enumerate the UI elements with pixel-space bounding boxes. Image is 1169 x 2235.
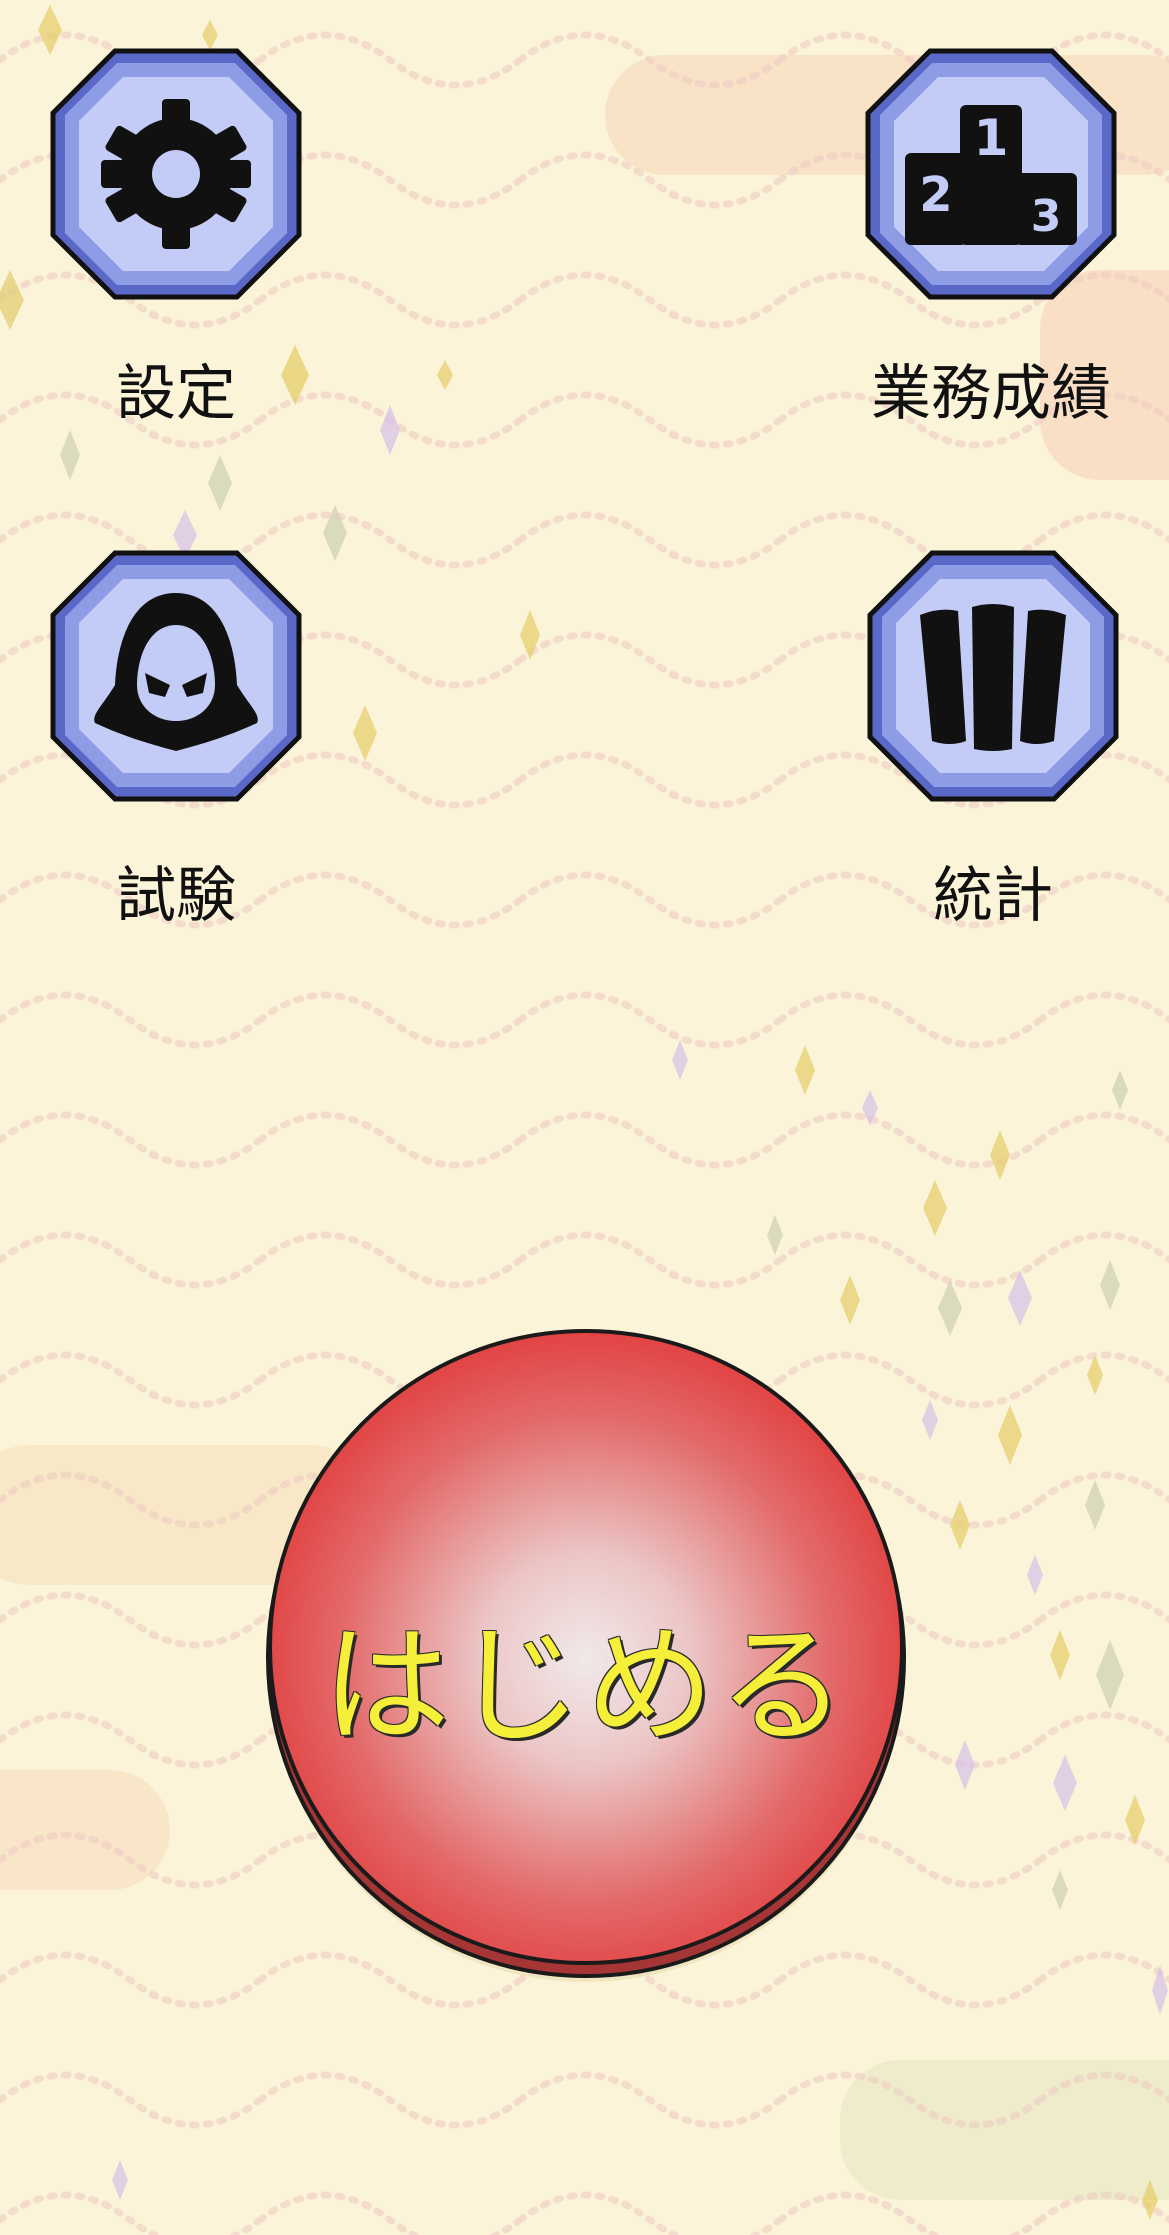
records-button[interactable]: 1 2 3	[860, 43, 1122, 305]
exam-label: 試験	[116, 861, 236, 931]
cards-icon	[920, 604, 1066, 751]
start-button[interactable]: はじめる	[264, 1322, 908, 1990]
stats-label: 統計	[933, 861, 1053, 931]
stats-button[interactable]	[862, 545, 1124, 807]
settings-button[interactable]	[45, 43, 307, 305]
start-label: はじめる	[321, 1612, 850, 1761]
podium-third: 3	[1031, 191, 1062, 242]
podium-second: 2	[919, 167, 952, 223]
records-label: 業務成績	[871, 359, 1111, 429]
podium-first: 1	[974, 109, 1009, 167]
exam-button[interactable]	[45, 545, 307, 807]
settings-label: 設定	[116, 359, 236, 429]
